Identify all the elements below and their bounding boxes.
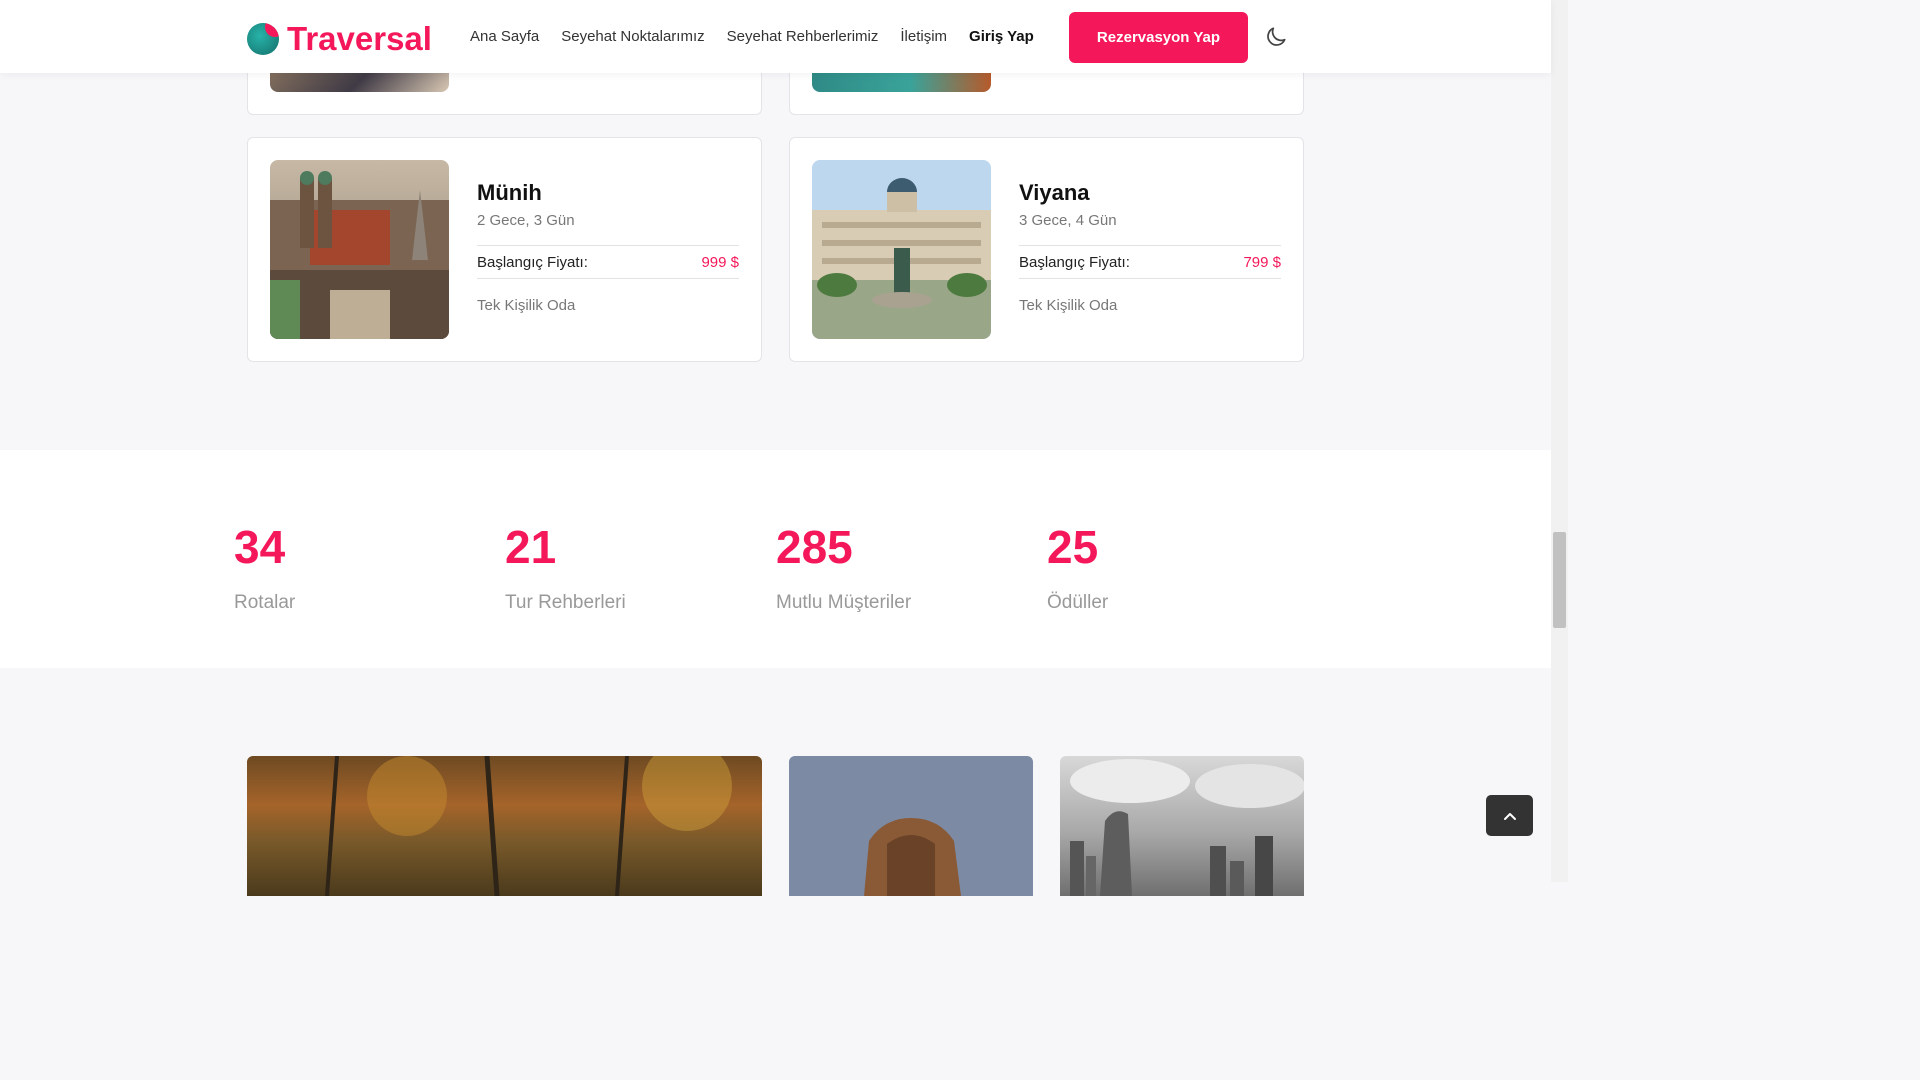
logo-text: Traversal — [287, 20, 432, 57]
tour-duration: 2 Gece, 3 Gün — [477, 212, 575, 229]
nav-guides[interactable]: Seyehat Rehberlerimiz — [727, 28, 879, 45]
stat-customers: 285 Mutlu Müşteriler — [776, 524, 911, 614]
gallery-image-merlion[interactable] — [1060, 756, 1304, 896]
stat-label: Rotalar — [234, 592, 296, 613]
tour-city[interactable]: Münih — [477, 180, 739, 206]
tour-price: 999 $ — [701, 253, 739, 271]
main-nav: Ana Sayfa Seyehat Noktalarımız Seyehat R… — [470, 28, 1034, 45]
scrollbar-thumb[interactable] — [1553, 532, 1566, 628]
scroll-to-top-button[interactable] — [1486, 795, 1533, 836]
nav-destinations[interactable]: Seyehat Noktalarımız — [561, 28, 704, 45]
price-label: Başlangıç Fiyatı: — [1019, 253, 1130, 271]
chevron-up-icon — [1503, 812, 1516, 820]
price-row: Başlangıç Fiyatı: 999 $ — [477, 245, 739, 279]
stats-section: 34 Rotalar 21 Tur Rehberleri 285 Mutlu M… — [0, 450, 1551, 668]
stat-label: Ödüller — [1047, 592, 1109, 613]
tour-info: Viyana 3 Gece, 4 Gün Başlangıç Fiyatı: 7… — [1019, 180, 1281, 314]
tour-card-munich[interactable]: Münih 2 Gece, 3 Gün Başlangıç Fiyatı: 99… — [247, 137, 762, 362]
room-type: Tek Kişilik Oda — [1019, 297, 1118, 314]
munich-image — [270, 160, 449, 339]
scrollbar-track[interactable] — [1551, 0, 1568, 882]
room-type: Tek Kişilik Oda — [477, 297, 576, 314]
price-label: Başlangıç Fiyatı: — [477, 253, 588, 271]
moon-icon[interactable] — [1263, 24, 1289, 50]
stat-routes: 34 Rotalar — [234, 524, 295, 614]
nav-contact[interactable]: İletişim — [900, 28, 947, 45]
nav-login[interactable]: Giriş Yap — [969, 28, 1034, 45]
site-header: Traversal Ana Sayfa Seyehat Noktalarımız… — [0, 0, 1551, 73]
stat-label: Tur Rehberleri — [505, 592, 626, 613]
nav-home[interactable]: Ana Sayfa — [470, 28, 539, 45]
price-row: Başlangıç Fiyatı: 799 $ — [1019, 245, 1281, 279]
stat-label: Mutlu Müşteriler — [776, 592, 912, 613]
stat-value: 34 — [234, 521, 286, 573]
stat-value: 285 — [776, 521, 853, 573]
tour-duration: 3 Gece, 4 Gün — [1019, 212, 1117, 229]
logo[interactable]: Traversal — [247, 22, 432, 55]
stat-awards: 25 Ödüller — [1047, 524, 1108, 614]
stat-value: 21 — [505, 521, 557, 573]
stat-guides: 21 Tur Rehberleri — [505, 524, 626, 614]
gallery-image-sphinx[interactable] — [789, 756, 1033, 896]
reservation-button[interactable]: Rezervasyon Yap — [1069, 12, 1248, 63]
tour-card-vienna[interactable]: Viyana 3 Gece, 4 Gün Başlangıç Fiyatı: 7… — [789, 137, 1304, 362]
tour-info: Münih 2 Gece, 3 Gün Başlangıç Fiyatı: 99… — [477, 180, 739, 314]
gallery-image-forest[interactable] — [247, 756, 762, 896]
vienna-image — [812, 160, 991, 339]
stat-value: 25 — [1047, 521, 1099, 573]
tour-price: 799 $ — [1243, 253, 1281, 271]
tour-city[interactable]: Viyana — [1019, 180, 1281, 206]
logo-globe-icon — [247, 22, 279, 55]
